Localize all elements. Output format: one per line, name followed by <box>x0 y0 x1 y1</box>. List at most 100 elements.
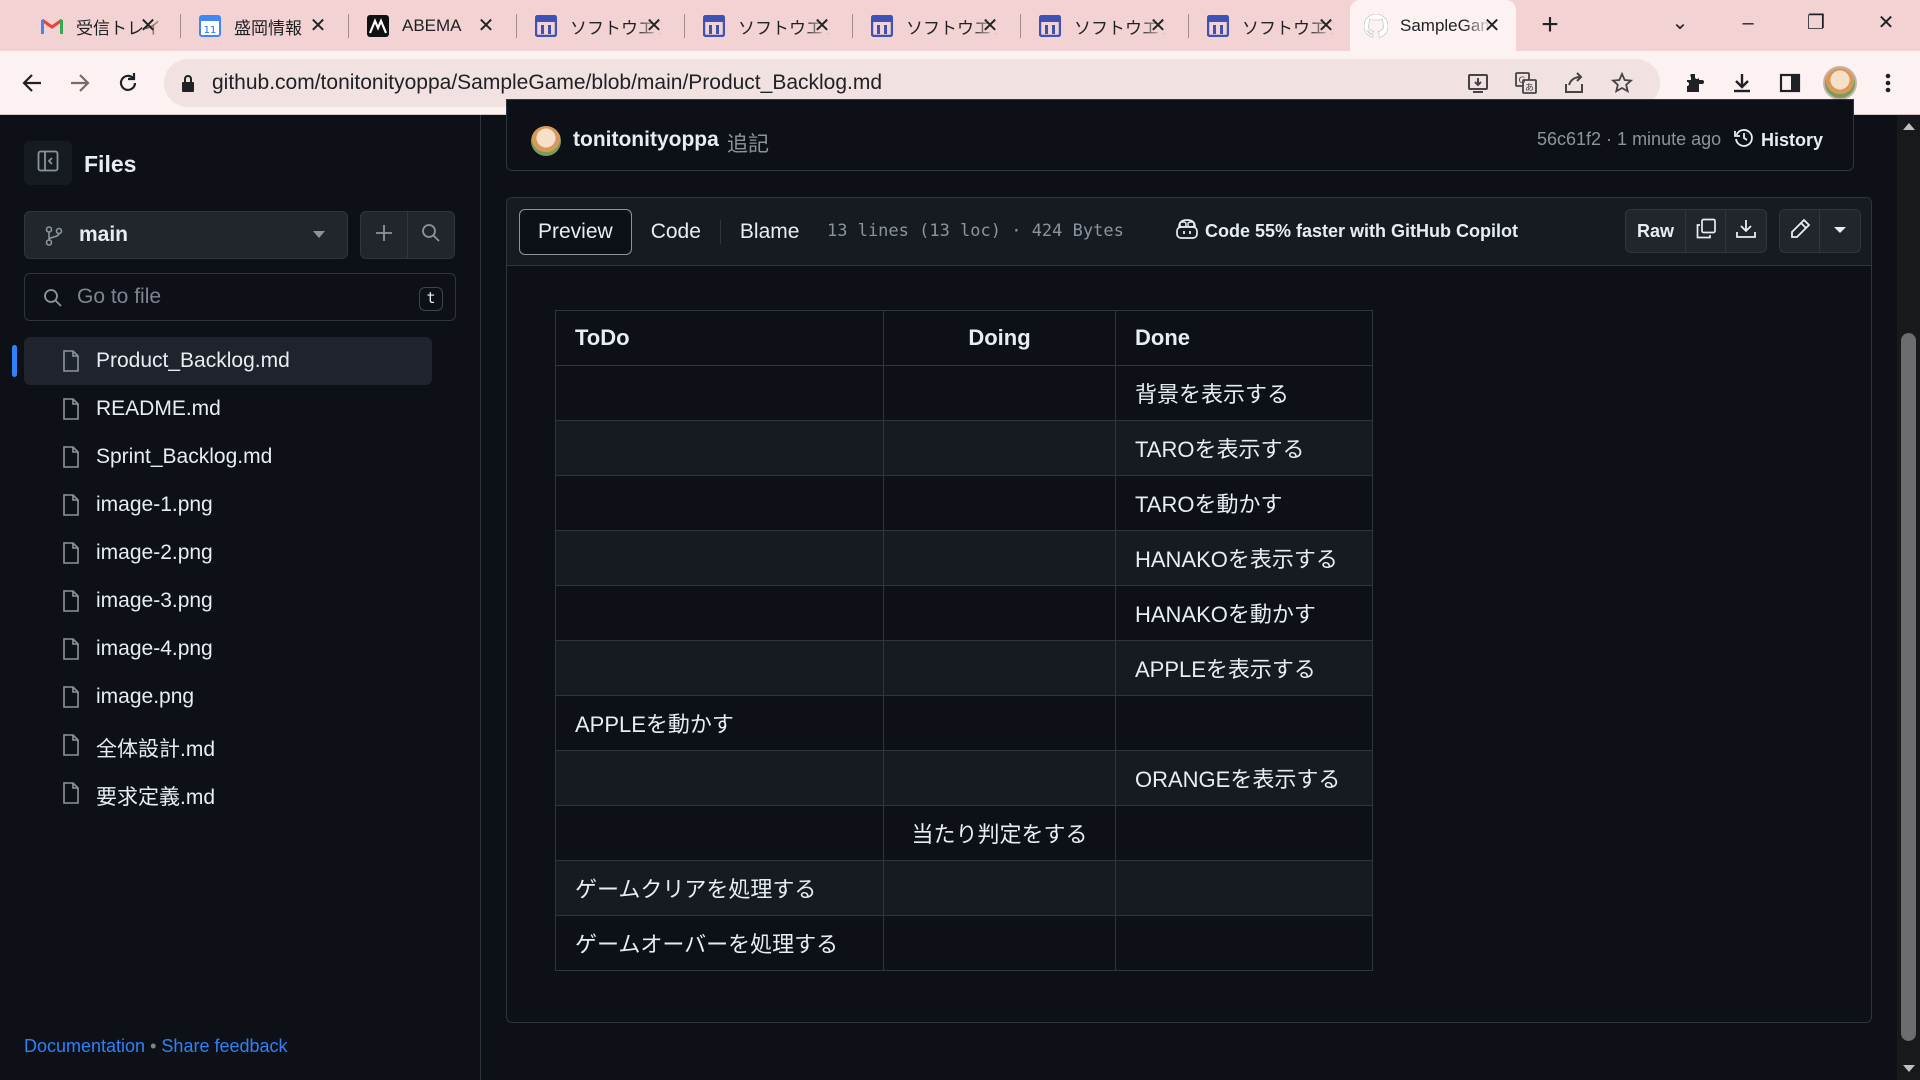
commit-message[interactable]: 追記 <box>727 128 769 158</box>
file-tree-item[interactable]: image.png <box>24 673 432 721</box>
file-tree-item[interactable]: 要求定義.md <box>24 769 432 817</box>
file-tree-item[interactable]: Product_Backlog.md <box>24 337 432 385</box>
table-cell <box>883 475 1116 531</box>
browser-tab[interactable]: ABEMA ✕ <box>352 8 510 44</box>
close-tab-icon[interactable]: ✕ <box>810 14 834 38</box>
file-tree-item[interactable]: Sprint_Backlog.md <box>24 433 432 481</box>
downloads-icon[interactable] <box>1726 67 1758 99</box>
file-icon <box>62 590 80 617</box>
history-button[interactable]: History <box>1733 124 1823 156</box>
close-tab-icon[interactable]: ✕ <box>306 14 330 38</box>
git-branch-icon <box>45 226 63 251</box>
close-tab-icon[interactable]: ✕ <box>642 14 666 38</box>
commit-author-avatar[interactable] <box>531 126 561 156</box>
table-cell: ゲームクリアを処理する <box>555 860 884 916</box>
page-scrollbar[interactable] <box>1897 115 1920 1080</box>
footer-separator: • <box>150 1036 157 1056</box>
file-icon <box>62 686 80 713</box>
file-tree-item[interactable]: image-4.png <box>24 625 432 673</box>
search-code-button[interactable] <box>407 211 455 259</box>
forward-icon[interactable] <box>60 63 100 103</box>
table-cell: 当たり判定をする <box>883 805 1116 861</box>
abema-icon <box>366 14 390 38</box>
scroll-down-icon[interactable] <box>1903 1065 1915 1072</box>
reload-icon[interactable] <box>108 63 148 103</box>
browser-tab[interactable]: ソフトウエア ✕ <box>688 8 846 44</box>
file-tree-item[interactable]: image-1.png <box>24 481 432 529</box>
download-raw-button[interactable] <box>1726 210 1766 252</box>
translate-icon[interactable]: あG <box>1514 71 1538 95</box>
branch-selector[interactable]: main <box>24 211 348 259</box>
side-panel-icon[interactable] <box>1774 67 1806 99</box>
table-cell <box>883 860 1116 916</box>
file-tree-item[interactable]: image-3.png <box>24 577 432 625</box>
browser-tab[interactable]: ソフトウエア ✕ <box>1192 8 1350 44</box>
go-to-file-box[interactable]: t <box>24 273 456 321</box>
commit-meta[interactable]: 56c61f2 · 1 minute ago <box>1537 129 1721 150</box>
table-cell: 背景を表示する <box>1115 365 1373 421</box>
file-icon <box>62 542 80 569</box>
back-icon[interactable] <box>12 63 52 103</box>
table-cell: TAROを表示する <box>1115 420 1373 476</box>
more-menu-icon[interactable] <box>1872 67 1904 99</box>
lock-icon[interactable] <box>180 73 196 98</box>
close-tab-icon[interactable]: ✕ <box>1314 14 1338 38</box>
file-header: Preview Code Blame 13 lines (13 loc) · 4… <box>507 198 1871 266</box>
table-row: HANAKOを表示する <box>555 530 1373 586</box>
browser-tab-active[interactable]: SampleGame ✕ <box>1350 0 1516 51</box>
tab-blame[interactable]: Blame <box>721 209 819 255</box>
edit-dropdown-button[interactable] <box>1820 210 1860 252</box>
file-tree-item[interactable]: 全体設計.md <box>24 721 432 769</box>
bookmark-star-icon[interactable] <box>1610 71 1634 95</box>
scrollbar-thumb[interactable] <box>1901 333 1916 1041</box>
copilot-promo-link[interactable]: Code 55% faster with GitHub Copilot <box>1175 218 1518 245</box>
commit-author[interactable]: tonitonityoppa <box>573 128 719 152</box>
table-cell <box>883 530 1116 586</box>
table-row: ORANGEを表示する <box>555 750 1373 806</box>
url-text[interactable]: github.com/tonitonityoppa/SampleGame/blo… <box>212 71 882 95</box>
edit-file-button[interactable] <box>1780 210 1820 252</box>
raw-button[interactable]: Raw <box>1626 210 1686 252</box>
table-cell <box>1115 860 1373 916</box>
browser-tab[interactable]: 受信トレイ ✕ <box>26 8 172 44</box>
add-file-button[interactable] <box>360 211 408 259</box>
copy-raw-button[interactable] <box>1686 210 1726 252</box>
restore-icon[interactable]: ❐ <box>1796 8 1836 38</box>
file-tree-item[interactable]: README.md <box>24 385 432 433</box>
file-view: tonitonityoppa 追記 56c61f2 · 1 minute ago… <box>482 99 1897 1080</box>
file-icon <box>62 782 80 809</box>
file-name: image-4.png <box>96 637 213 660</box>
close-tab-icon[interactable]: ✕ <box>136 14 160 38</box>
minimize-icon[interactable]: – <box>1728 8 1768 38</box>
table-cell <box>1115 695 1373 751</box>
tab-preview[interactable]: Preview <box>519 209 632 255</box>
extensions-icon[interactable] <box>1678 67 1710 99</box>
file-name: image-3.png <box>96 589 213 612</box>
github-icon <box>1364 13 1388 38</box>
table-row: 背景を表示する <box>555 365 1373 421</box>
table-cell: ゲームオーバーを処理する <box>555 915 884 971</box>
documentation-link[interactable]: Documentation <box>24 1036 145 1056</box>
scroll-up-icon[interactable] <box>1903 123 1915 130</box>
profile-avatar[interactable] <box>1823 66 1857 100</box>
browser-tab[interactable]: 11 盛岡情報 ✕ <box>184 8 342 44</box>
new-tab-button[interactable]: + <box>1534 10 1566 42</box>
go-to-file-input[interactable] <box>77 282 377 312</box>
file-tree-item[interactable]: image-2.png <box>24 529 432 577</box>
share-feedback-link[interactable]: Share feedback <box>161 1036 287 1056</box>
close-tab-icon[interactable]: ✕ <box>1480 14 1504 38</box>
tab-code[interactable]: Code <box>632 209 720 255</box>
share-icon[interactable] <box>1562 71 1586 95</box>
install-app-icon[interactable] <box>1466 71 1490 95</box>
browser-tab[interactable]: ソフトウエア ✕ <box>856 8 1014 44</box>
close-window-icon[interactable]: ✕ <box>1866 8 1906 38</box>
close-tab-icon[interactable]: ✕ <box>1146 14 1170 38</box>
close-tab-icon[interactable]: ✕ <box>474 14 498 38</box>
close-tab-icon[interactable]: ✕ <box>978 14 1002 38</box>
file-icon <box>62 494 80 521</box>
collapse-sidebar-button[interactable] <box>24 141 72 185</box>
tab-search-icon[interactable]: ⌄ <box>1660 8 1700 38</box>
browser-tab[interactable]: ソフトウエア ✕ <box>1024 8 1182 44</box>
column-header: ToDo <box>555 310 884 366</box>
browser-tab[interactable]: ソフトウエア ✕ <box>520 8 678 44</box>
